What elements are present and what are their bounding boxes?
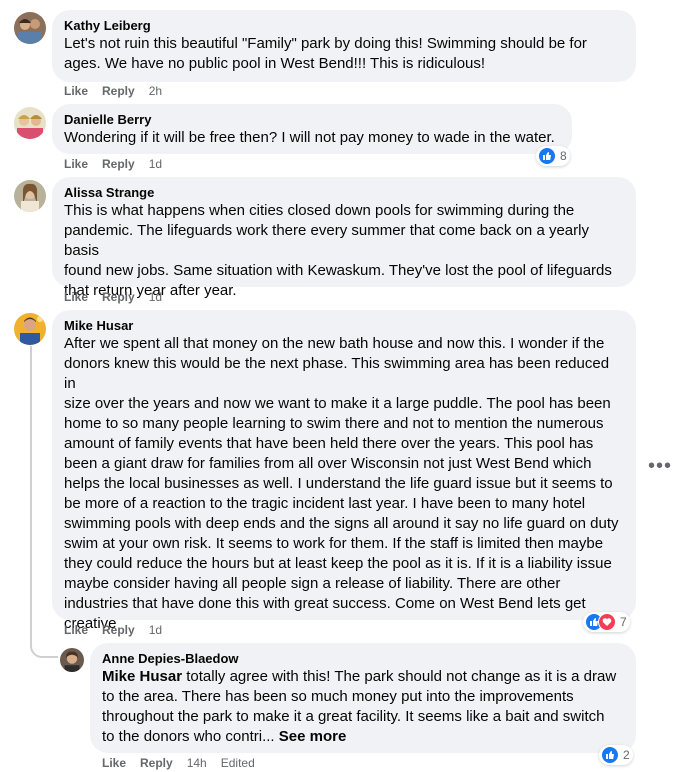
reaction-summary[interactable]: 7 <box>583 612 630 632</box>
like-icon <box>601 746 619 764</box>
comment-line: Wondering if it will be free then? I wil… <box>64 129 555 146</box>
like-button[interactable]: Like <box>64 623 88 637</box>
reaction-count: 2 <box>623 748 630 762</box>
comment-line: donors knew this would be the next phase… <box>64 355 610 392</box>
like-button[interactable]: Like <box>102 756 126 770</box>
reply-button[interactable]: Reply <box>102 623 135 637</box>
comment-line: be more of a reaction to the tragic inci… <box>64 495 586 512</box>
comment-actions: Like Reply 1d <box>64 289 176 305</box>
comment-line: home to so many people learning to swim … <box>64 415 604 432</box>
reply-bubble: Anne Depies-Blaedow Mike Husar totally a… <box>90 643 636 753</box>
reply-line-text: totally agree with this! The park should… <box>182 668 617 685</box>
timestamp[interactable]: 1d <box>149 290 162 304</box>
like-button[interactable]: Like <box>64 84 88 98</box>
comment-line: found new jobs. Same situation with Kewa… <box>64 262 612 279</box>
avatar-danielle-berry[interactable] <box>14 107 46 139</box>
comment-bubble: Mike Husar After we spent all that money… <box>52 310 636 632</box>
reply-line-text: to the donors who contri... <box>102 728 279 745</box>
comment-actions: Like Reply 2h <box>64 83 176 99</box>
comment-actions: Like Reply 1d <box>64 622 176 638</box>
comment-line: swimming pools with deep ends and the si… <box>64 515 619 532</box>
comment-bubble: Danielle Berry Wondering if it will be f… <box>52 104 572 154</box>
timestamp[interactable]: 1d <box>149 623 162 637</box>
avatar-kathy-leiberg[interactable] <box>14 12 46 44</box>
comment-text: Wondering if it will be free then? I wil… <box>64 128 560 148</box>
comment-line: industries that have done this with grea… <box>64 595 586 612</box>
reply-line: throughout the park to make it a great f… <box>102 708 605 725</box>
comment-author[interactable]: Kathy Leiberg <box>64 18 624 34</box>
see-more-link[interactable]: See more <box>279 728 347 745</box>
comment-line: maybe consider having all people sign a … <box>64 575 561 592</box>
more-options-icon[interactable]: ••• <box>648 455 672 478</box>
comment-line: This is what happens when cities closed … <box>64 202 575 219</box>
comment-bubble: Kathy Leiberg Let's not ruin this beauti… <box>52 10 636 82</box>
comment-line: amount of family events that have been h… <box>64 435 594 452</box>
reply-button[interactable]: Reply <box>140 756 173 770</box>
reaction-count: 8 <box>560 149 567 163</box>
timestamp[interactable]: 1d <box>149 157 162 171</box>
reply-line: to the donors who contri... See more <box>102 727 624 747</box>
reply-button[interactable]: Reply <box>102 84 135 98</box>
comment-line: helps the local businesses as well. I un… <box>64 475 613 492</box>
avatar-anne-depies-blaedow[interactable] <box>60 648 84 672</box>
comment-author[interactable]: Danielle Berry <box>64 112 560 128</box>
like-button[interactable]: Like <box>64 157 88 171</box>
like-icon <box>538 147 556 165</box>
reply-button[interactable]: Reply <box>102 157 135 171</box>
avatar-alissa-strange[interactable] <box>14 180 46 212</box>
comment-actions: Like Reply 1d <box>64 156 176 172</box>
edited-label: Edited <box>220 756 255 770</box>
reaction-summary[interactable]: 8 <box>536 146 570 166</box>
comment-line: been a giant draw for families from all … <box>64 455 592 472</box>
reply-text: Mike Husar totally agree with this! The … <box>102 667 624 747</box>
reply-line: to the area. There has been so much mone… <box>102 688 574 705</box>
comment-line: After we spent all that money on the new… <box>64 335 605 352</box>
mention-link[interactable]: Mike Husar <box>102 668 182 685</box>
reply-author[interactable]: Anne Depies-Blaedow <box>102 651 624 667</box>
like-button[interactable]: Like <box>64 290 88 304</box>
comment-text: Let's not ruin this beautiful "Family" p… <box>64 34 624 74</box>
reply-button[interactable]: Reply <box>102 290 135 304</box>
timestamp[interactable]: 14h <box>187 756 207 770</box>
comment-author[interactable]: Mike Husar <box>64 318 624 334</box>
comment-text: This is what happens when cities closed … <box>64 201 624 301</box>
reply-actions: Like Reply 14h Edited <box>102 755 269 771</box>
comment-author[interactable]: Alissa Strange <box>64 185 624 201</box>
reaction-summary[interactable]: 2 <box>599 745 633 765</box>
comment-line: size over the years and now we want to m… <box>64 395 611 412</box>
comment-line: swim at your own risk. It seems to work … <box>64 535 604 552</box>
comment-line: ages. We have no public pool in West Ben… <box>64 55 486 72</box>
timestamp[interactable]: 2h <box>149 84 162 98</box>
comment-line: pandemic. The lifeguards work there ever… <box>64 222 589 259</box>
comment-line: they could reduce the hours but at least… <box>64 555 612 572</box>
reply-line: Mike Husar totally agree with this! The … <box>102 667 624 687</box>
avatar-mike-husar[interactable] <box>14 313 46 345</box>
comment-bubble: Alissa Strange This is what happens when… <box>52 177 636 299</box>
comment-text: After we spent all that money on the new… <box>64 334 624 634</box>
love-icon <box>598 613 616 631</box>
reaction-count: 7 <box>620 615 627 629</box>
comment-line: Let's not ruin this beautiful "Family" p… <box>64 35 587 52</box>
reply-thread-line <box>30 346 58 658</box>
